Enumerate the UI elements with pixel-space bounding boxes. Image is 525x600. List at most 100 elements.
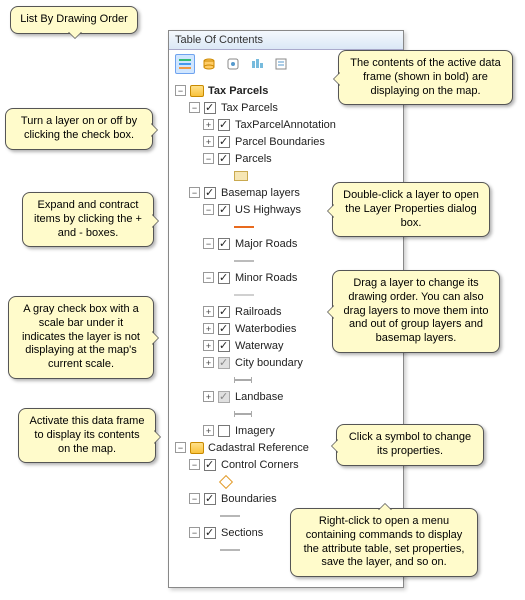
visibility-checkbox[interactable] — [204, 102, 216, 114]
layer-symbol[interactable] — [220, 549, 240, 551]
callout-list-by-drawing-order: List By Drawing Order — [10, 6, 138, 34]
tree-row[interactable] — [175, 371, 399, 388]
layer-label: Minor Roads — [234, 272, 297, 284]
layer-label: Tax Parcels — [207, 85, 268, 97]
list-by-selection-button[interactable] — [247, 54, 267, 74]
expand-button[interactable]: + — [203, 323, 214, 334]
expander-blank — [203, 544, 214, 555]
visibility-checkbox[interactable] — [218, 357, 230, 369]
expand-button[interactable]: + — [203, 136, 214, 147]
visibility-checkbox[interactable] — [218, 323, 230, 335]
layer-symbol[interactable] — [220, 515, 240, 517]
expand-button[interactable]: + — [203, 119, 214, 130]
layer-label: Boundaries — [220, 493, 277, 505]
expander-blank — [217, 408, 228, 419]
list-by-source-button[interactable] — [199, 54, 219, 74]
layer-label: Major Roads — [234, 238, 297, 250]
visibility-checkbox[interactable] — [218, 238, 230, 250]
callout-right-click-menu: Right-click to open a menu containing co… — [290, 508, 478, 577]
expand-button[interactable]: + — [203, 340, 214, 351]
expander-blank — [217, 170, 228, 181]
collapse-button[interactable]: − — [175, 442, 186, 453]
panel-title: Table Of Contents — [169, 31, 403, 50]
expander-blank — [217, 289, 228, 300]
scale-bar-icon — [234, 379, 252, 381]
layer-label: US Highways — [234, 204, 301, 216]
callout-drag-layer: Drag a layer to change its drawing order… — [332, 270, 500, 353]
layer-label: Tax Parcels — [220, 102, 278, 114]
expander-blank — [217, 255, 228, 266]
visibility-checkbox[interactable] — [218, 153, 230, 165]
tree-row[interactable] — [175, 473, 399, 490]
layer-symbol[interactable] — [234, 226, 254, 228]
collapse-button[interactable]: − — [189, 459, 200, 470]
tree-row[interactable]: − Boundaries — [175, 490, 399, 507]
visibility-checkbox[interactable] — [204, 187, 216, 199]
collapse-button[interactable]: − — [189, 493, 200, 504]
collapse-button[interactable]: − — [203, 204, 214, 215]
visibility-checkbox[interactable] — [218, 425, 230, 437]
expander-blank — [217, 221, 228, 232]
scale-bar-icon — [234, 413, 252, 415]
layer-label: Cadastral Reference — [207, 442, 309, 454]
tree-row[interactable] — [175, 405, 399, 422]
callout-expand-collapse: Expand and contract items by clicking th… — [22, 192, 154, 247]
callout-gray-checkbox: A gray check box with a scale bar under … — [8, 296, 154, 379]
tree-row[interactable] — [175, 252, 399, 269]
layer-label: City boundary — [234, 357, 303, 369]
list-by-drawing-order-button[interactable] — [175, 54, 195, 74]
visibility-checkbox[interactable] — [218, 204, 230, 216]
tree-row[interactable]: − Parcels — [175, 150, 399, 167]
collapse-button[interactable]: − — [189, 527, 200, 538]
layer-label: Landbase — [234, 391, 283, 403]
layer-label: Waterbodies — [234, 323, 296, 335]
collapse-button[interactable]: − — [189, 102, 200, 113]
visibility-checkbox[interactable] — [218, 136, 230, 148]
tree-row[interactable]: + City boundary — [175, 354, 399, 371]
collapse-button[interactable]: − — [189, 187, 200, 198]
visibility-checkbox[interactable] — [218, 391, 230, 403]
data-frame-icon — [190, 442, 204, 454]
expander-blank — [203, 510, 214, 521]
tree-row[interactable]: + Parcel Boundaries — [175, 133, 399, 150]
layer-symbol[interactable] — [234, 294, 254, 296]
collapse-button[interactable]: − — [203, 238, 214, 249]
layer-symbol[interactable] — [234, 260, 254, 262]
visibility-checkbox[interactable] — [218, 119, 230, 131]
layer-label: Railroads — [234, 306, 281, 318]
visibility-checkbox[interactable] — [218, 272, 230, 284]
options-button[interactable] — [271, 54, 291, 74]
layer-label: Imagery — [234, 425, 275, 437]
callout-symbol-properties: Click a symbol to change its properties. — [336, 424, 484, 466]
expand-button[interactable]: + — [203, 391, 214, 402]
layer-symbol[interactable] — [219, 474, 233, 488]
layer-label: Basemap layers — [220, 187, 300, 199]
layer-label: Control Corners — [220, 459, 299, 471]
visibility-checkbox[interactable] — [204, 527, 216, 539]
layer-label: TaxParcelAnnotation — [234, 119, 336, 131]
visibility-checkbox[interactable] — [218, 306, 230, 318]
callout-layer-properties: Double-click a layer to open the Layer P… — [332, 182, 490, 237]
expand-button[interactable]: + — [203, 425, 214, 436]
expander-blank — [203, 476, 214, 487]
collapse-button[interactable]: − — [203, 153, 214, 164]
callout-active-data-frame: The contents of the active data frame (s… — [338, 50, 513, 105]
layer-symbol[interactable] — [234, 171, 248, 181]
layer-label: Waterway — [234, 340, 284, 352]
layer-label: Parcels — [234, 153, 272, 165]
collapse-button[interactable]: − — [203, 272, 214, 283]
tree-row[interactable]: − Major Roads — [175, 235, 399, 252]
expand-button[interactable]: + — [203, 357, 214, 368]
tree-row[interactable]: + TaxParcelAnnotation — [175, 116, 399, 133]
list-by-visibility-button[interactable] — [223, 54, 243, 74]
expand-button[interactable]: + — [203, 306, 214, 317]
callout-activate-data-frame: Activate this data frame to display its … — [18, 408, 156, 463]
collapse-button[interactable]: − — [175, 85, 186, 96]
visibility-checkbox[interactable] — [204, 459, 216, 471]
tree-row[interactable]: + Landbase — [175, 388, 399, 405]
visibility-checkbox[interactable] — [218, 340, 230, 352]
visibility-checkbox[interactable] — [204, 493, 216, 505]
layer-label: Parcel Boundaries — [234, 136, 325, 148]
expander-blank — [217, 374, 228, 385]
data-frame-icon — [190, 85, 204, 97]
